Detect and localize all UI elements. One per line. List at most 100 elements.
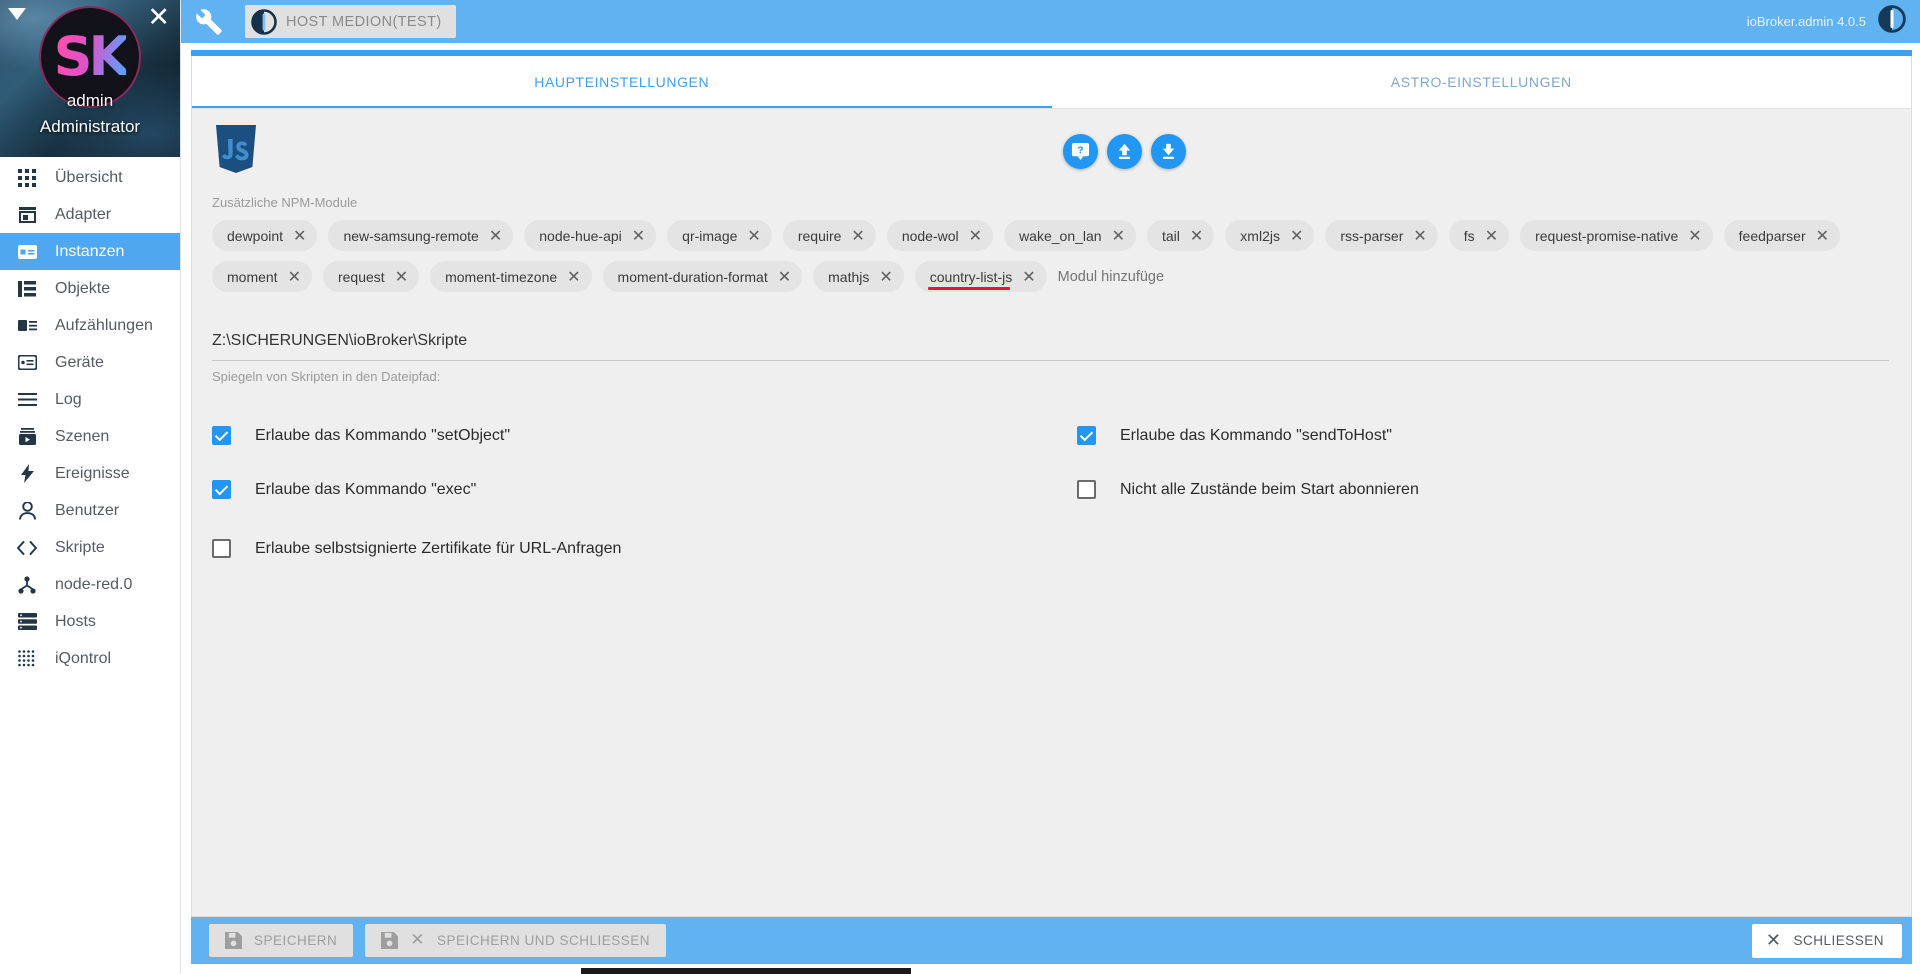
tab-label: ASTRO-EINSTELLUNGEN: [1390, 74, 1572, 90]
checkbox-setobject[interactable]: Erlaube das Kommando "setObject": [212, 426, 1077, 445]
npm-chip-label: dewpoint: [227, 227, 284, 244]
remove-chip-icon[interactable]: ✕: [969, 227, 982, 244]
close-button[interactable]: ✕ SCHLIESSEN: [1751, 923, 1902, 958]
checkbox-box[interactable]: [1077, 426, 1096, 445]
host-selector[interactable]: HOST MEDION(TEST): [245, 5, 456, 38]
main-area: HOST MEDION(TEST) ioBroker.admin 4.0.5 A…: [181, 0, 1920, 974]
npm-chip-country-list-js[interactable]: country-list-js ✕: [914, 261, 1047, 292]
sidebar-item-adapter[interactable]: Adapter: [0, 196, 180, 233]
npm-chip[interactable]: request-promise-native ✕: [1520, 220, 1713, 251]
tab-astro-einstellungen[interactable]: ASTRO-EINSTELLUNGEN: [1052, 56, 1912, 108]
remove-chip-icon[interactable]: ✕: [778, 268, 791, 285]
remove-chip-icon[interactable]: ✕: [1485, 227, 1498, 244]
checkbox-box[interactable]: [212, 480, 231, 499]
footer-toolbar: SPEICHERN ✕ SPEICHERN UND SCHLIESSEN ✕ S…: [191, 917, 1912, 964]
npm-chip[interactable]: moment-timezone ✕: [430, 261, 592, 292]
sidebar-item-ereignisse[interactable]: Ereignisse: [0, 455, 180, 492]
npm-chip[interactable]: new-samsung-remote ✕: [328, 220, 514, 251]
npm-chip[interactable]: node-wol ✕: [886, 220, 994, 251]
sidebar-item-uebersicht[interactable]: Übersicht: [0, 159, 180, 196]
wrench-icon[interactable]: [195, 8, 223, 36]
npm-chip[interactable]: mathjs ✕: [813, 261, 904, 292]
checkbox-self-signed-certs[interactable]: Erlaube selbstsignierte Zertifikate für …: [212, 539, 1891, 558]
script-path-value[interactable]: Z:\SICHERUNGEN\ioBroker\Skripte: [212, 332, 1889, 361]
sidebar-item-iqontrol[interactable]: iQontrol: [0, 640, 180, 677]
iobroker-logo-icon[interactable]: [1878, 5, 1906, 38]
npm-chip[interactable]: request ✕: [322, 261, 420, 292]
sidebar-item-objekte[interactable]: Objekte: [0, 270, 180, 307]
script-path-hint: Spiegeln von Skripten in den Dateipfad:: [212, 369, 441, 384]
npm-chip[interactable]: node-hue-api ✕: [524, 220, 657, 251]
sidebar-menu: Übersicht Adapter Instanzen Objekte Aufz…: [0, 157, 180, 677]
remove-chip-icon[interactable]: ✕: [1816, 227, 1829, 244]
checkbox-box[interactable]: [212, 426, 231, 445]
script-path-block: Z:\SICHERUNGEN\ioBroker\Skripte Spiegeln…: [212, 332, 1891, 384]
checkbox-box[interactable]: [212, 539, 231, 558]
remove-chip-icon[interactable]: ✕: [293, 227, 306, 244]
npm-chip[interactable]: rss-parser ✕: [1325, 220, 1438, 251]
remove-chip-icon[interactable]: ✕: [1022, 268, 1035, 285]
sidebar: ✕ SK admin Administrator Übersicht Adapt…: [0, 0, 181, 974]
sidebar-item-node-red[interactable]: node-red.0: [0, 566, 180, 603]
server-icon: [16, 611, 38, 633]
save-and-close-button[interactable]: ✕ SPEICHERN UND SCHLIESSEN: [365, 924, 667, 957]
close-icon[interactable]: ✕: [147, 4, 170, 31]
checkbox-box[interactable]: [1077, 480, 1096, 499]
npm-chip[interactable]: fs ✕: [1448, 220, 1510, 251]
close-button-label: SCHLIESSEN: [1793, 933, 1884, 948]
sidebar-item-label: iQontrol: [55, 649, 112, 667]
remove-chip-icon[interactable]: ✕: [567, 268, 580, 285]
sidebar-item-aufzaehlungen[interactable]: Aufzählungen: [0, 307, 180, 344]
npm-chip-label: mathjs: [828, 268, 870, 285]
remove-chip-icon[interactable]: ✕: [879, 268, 892, 285]
upload-button[interactable]: [1107, 134, 1142, 169]
npm-chip[interactable]: moment ✕: [212, 261, 312, 292]
save-button-label: SPEICHERN: [254, 933, 338, 948]
npm-chip[interactable]: require ✕: [782, 220, 876, 251]
remove-chip-icon[interactable]: ✕: [1190, 227, 1203, 244]
sidebar-item-instanzen[interactable]: Instanzen: [0, 233, 180, 270]
caret-down-icon[interactable]: [8, 8, 26, 20]
remove-chip-icon[interactable]: ✕: [1688, 227, 1701, 244]
checkbox-sendtohost[interactable]: Erlaube das Kommando "sendToHost": [1077, 426, 1891, 445]
remove-chip-icon[interactable]: ✕: [747, 227, 760, 244]
help-button[interactable]: ?: [1063, 134, 1098, 169]
user-name: admin: [66, 91, 114, 110]
sidebar-item-skripte[interactable]: Skripte: [0, 529, 180, 566]
sidebar-user-header: ✕ SK admin Administrator: [0, 0, 180, 157]
tab-haupteinstellungen[interactable]: HAUPTEINSTELLUNGEN: [192, 56, 1052, 108]
remove-chip-icon[interactable]: ✕: [632, 227, 645, 244]
npm-chip[interactable]: moment-duration-format ✕: [602, 261, 803, 292]
remove-chip-icon[interactable]: ✕: [489, 227, 502, 244]
sidebar-item-benutzer[interactable]: Benutzer: [0, 492, 180, 529]
app-root: ✕ SK admin Administrator Übersicht Adapt…: [0, 0, 1920, 974]
save-button[interactable]: SPEICHERN: [209, 924, 354, 957]
remove-chip-icon[interactable]: ✕: [1290, 227, 1303, 244]
npm-chip-label: new-samsung-remote: [343, 227, 479, 244]
npm-chip[interactable]: feedparser ✕: [1723, 220, 1841, 251]
npm-chip[interactable]: wake_on_lan ✕: [1004, 220, 1136, 251]
remove-chip-icon[interactable]: ✕: [851, 227, 864, 244]
npm-chip[interactable]: xml2js ✕: [1225, 220, 1315, 251]
npm-chip-label: country-list-js: [929, 268, 1013, 285]
remove-chip-icon[interactable]: ✕: [288, 268, 301, 285]
iobroker-logo-icon: [251, 8, 277, 35]
remove-chip-icon[interactable]: ✕: [1413, 227, 1426, 244]
add-module-input[interactable]: [1057, 261, 1258, 292]
checkbox-subscribe-states[interactable]: Nicht alle Zustände beim Start abonniere…: [1077, 480, 1891, 499]
sidebar-item-hosts[interactable]: Hosts: [0, 603, 180, 640]
remove-chip-icon[interactable]: ✕: [395, 268, 408, 285]
download-button[interactable]: [1151, 134, 1186, 169]
sidebar-item-label: Adapter: [55, 205, 112, 223]
npm-chip[interactable]: dewpoint ✕: [212, 220, 318, 251]
sidebar-item-geraete[interactable]: Geräte: [0, 344, 180, 381]
checkbox-exec[interactable]: Erlaube das Kommando "exec": [212, 480, 1077, 499]
sidebar-item-label: Log: [55, 390, 82, 408]
npm-chip[interactable]: tail ✕: [1146, 220, 1215, 251]
remove-chip-icon[interactable]: ✕: [1112, 227, 1125, 244]
sidebar-item-log[interactable]: Log: [0, 381, 180, 418]
version-label: ioBroker.admin 4.0.5: [1746, 14, 1866, 29]
sidebar-item-szenen[interactable]: Szenen: [0, 418, 180, 455]
npm-chip[interactable]: qr-image ✕: [667, 220, 772, 251]
npm-modules-section: Zusätzliche NPM-Module dewpoint ✕ new-sam…: [212, 191, 1891, 292]
